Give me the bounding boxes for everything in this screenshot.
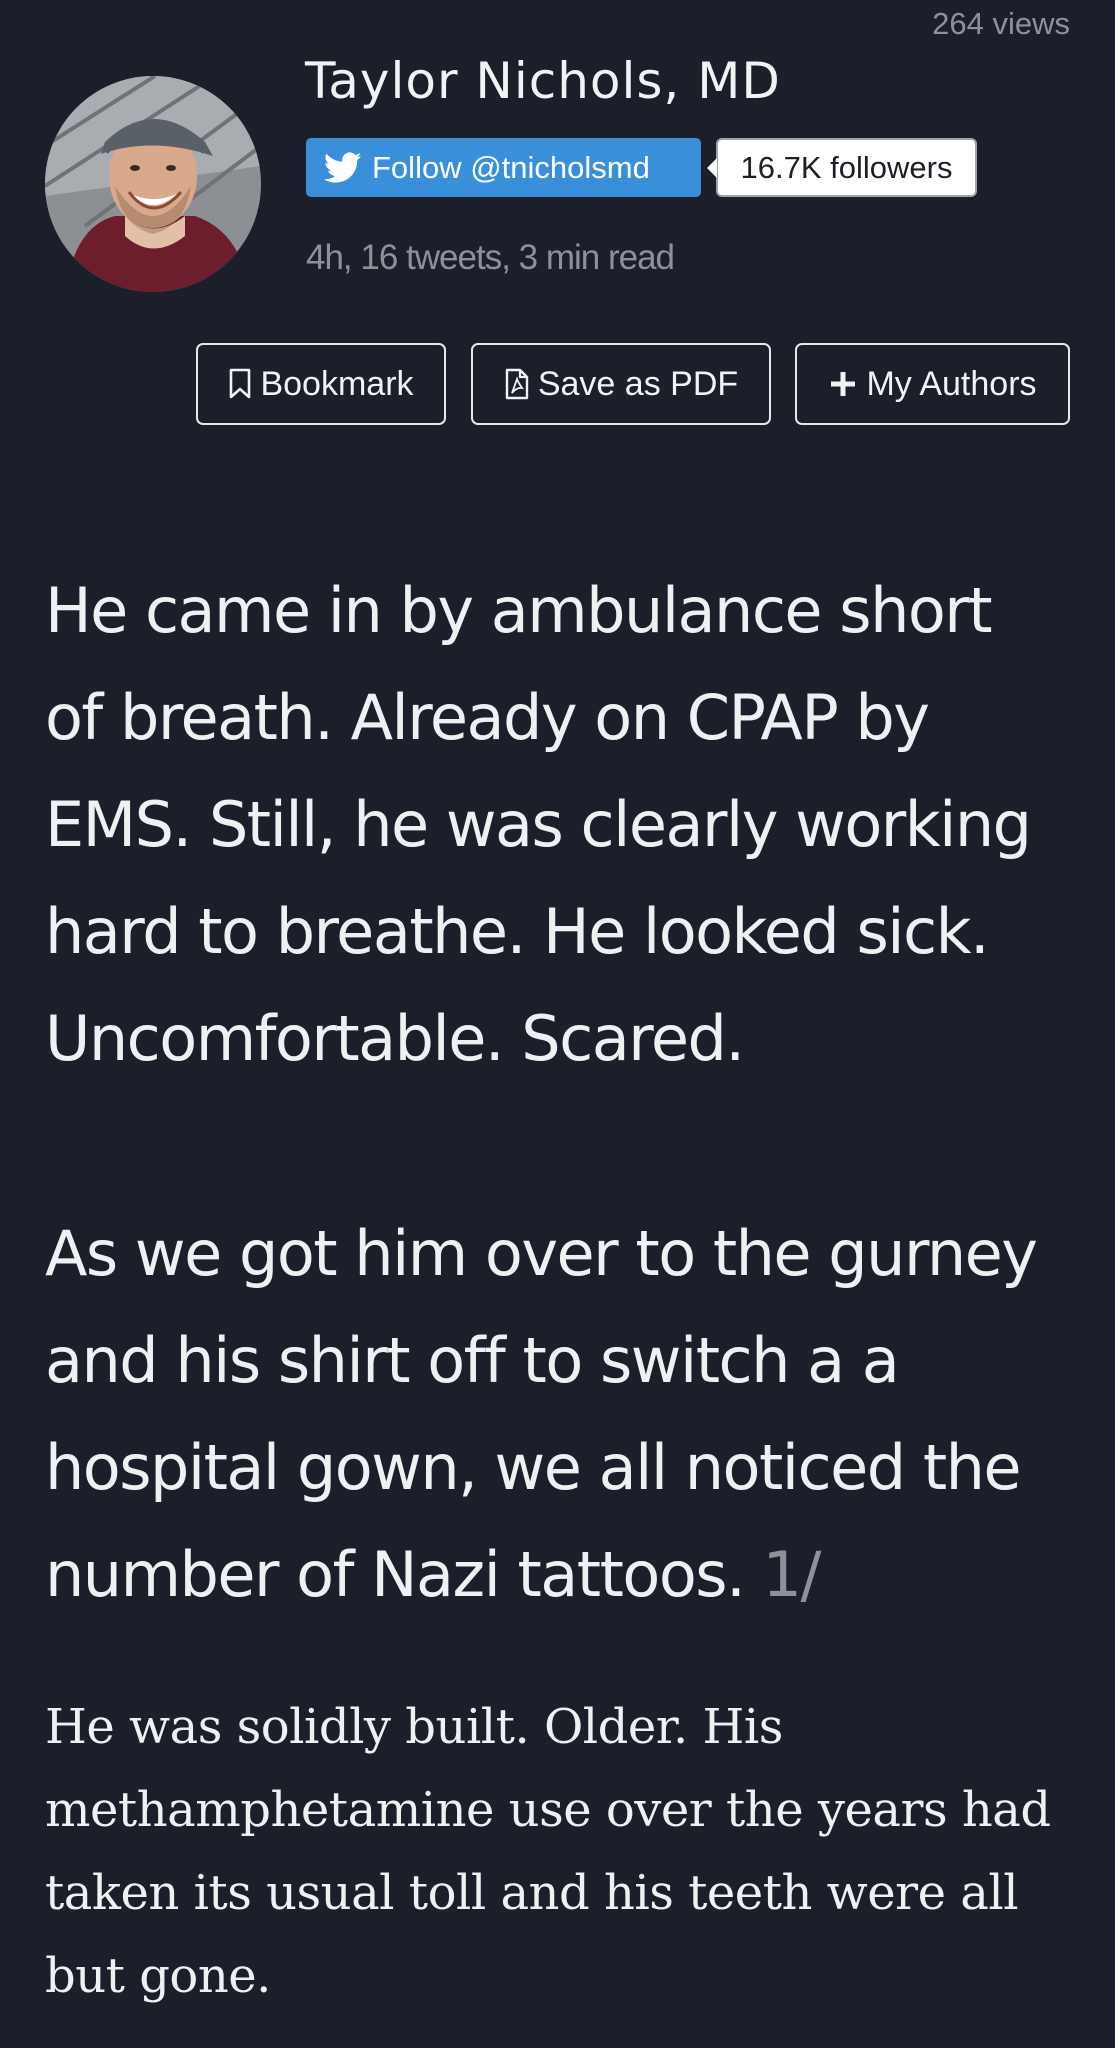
view-count: 264 views [932, 6, 1070, 41]
my-authors-label: My Authors [866, 364, 1037, 403]
tweet-line: but gone. [45, 1948, 271, 2004]
bookmark-button[interactable]: Bookmark [196, 343, 446, 425]
author-name[interactable]: Taylor Nichols, MD [305, 52, 781, 110]
tweet-1-paragraph-1: He came in by ambulance short of breath.… [45, 557, 1085, 1092]
followers-count: 16.7K followers [707, 138, 977, 197]
tweet-line: hospital gown, we all noticed the [45, 1431, 1022, 1504]
tweet-number-link[interactable]: 1/ [763, 1538, 822, 1611]
follow-button-label: Follow @tnicholsmd [372, 149, 650, 185]
plus-icon [831, 372, 856, 396]
tweet-line: As we got him over to the gurney [45, 1217, 1038, 1290]
twitter-bird-icon [324, 151, 362, 183]
tweet-line: methamphetamine use over the years had [45, 1782, 1051, 1838]
tweet-text: number of Nazi tattoos. [45, 1538, 746, 1611]
tweet-1-paragraph-2: As we got him over to the gurney and his… [45, 1200, 1085, 1628]
bookmark-label: Bookmark [260, 364, 414, 403]
pdf-file-icon [505, 368, 529, 400]
tweet-line: of breath. Already on CPAP by [45, 681, 930, 754]
tweet-line: taken its usual toll and his teeth were … [45, 1865, 1019, 1921]
tweet-line: He came in by ambulance short [45, 574, 993, 647]
thread-meta: 4h, 16 tweets, 3 min read [306, 238, 675, 277]
save-as-pdf-button[interactable]: Save as PDF [471, 343, 771, 425]
thread-reader-page: 264 views Taylor Nichols, MD Follow @tni… [0, 0, 1115, 2048]
tweet-line: hard to breathe. He looked sick. [45, 895, 990, 968]
tweet-line: He was solidly built. Older. His [45, 1699, 783, 1755]
tweet-2: He was solidly built. Older. His methamp… [45, 1686, 1085, 2018]
tweet-line-last: number of Nazi tattoos. 1/ [45, 1521, 1085, 1628]
author-avatar[interactable] [45, 76, 261, 292]
follow-button[interactable]: Follow @tnicholsmd [306, 138, 701, 197]
avatar-photo [45, 76, 261, 292]
bookmark-icon [230, 368, 251, 399]
tweet-line: EMS. Still, he was clearly working [45, 788, 1032, 861]
followers-count-label: 16.7K followers [740, 149, 953, 185]
my-authors-button[interactable]: My Authors [795, 343, 1070, 425]
save-as-pdf-label: Save as PDF [537, 364, 739, 403]
tweet-line: Uncomfortable. Scared. [45, 1002, 745, 1075]
tweet-line: and his shirt off to switch a a [45, 1324, 900, 1397]
